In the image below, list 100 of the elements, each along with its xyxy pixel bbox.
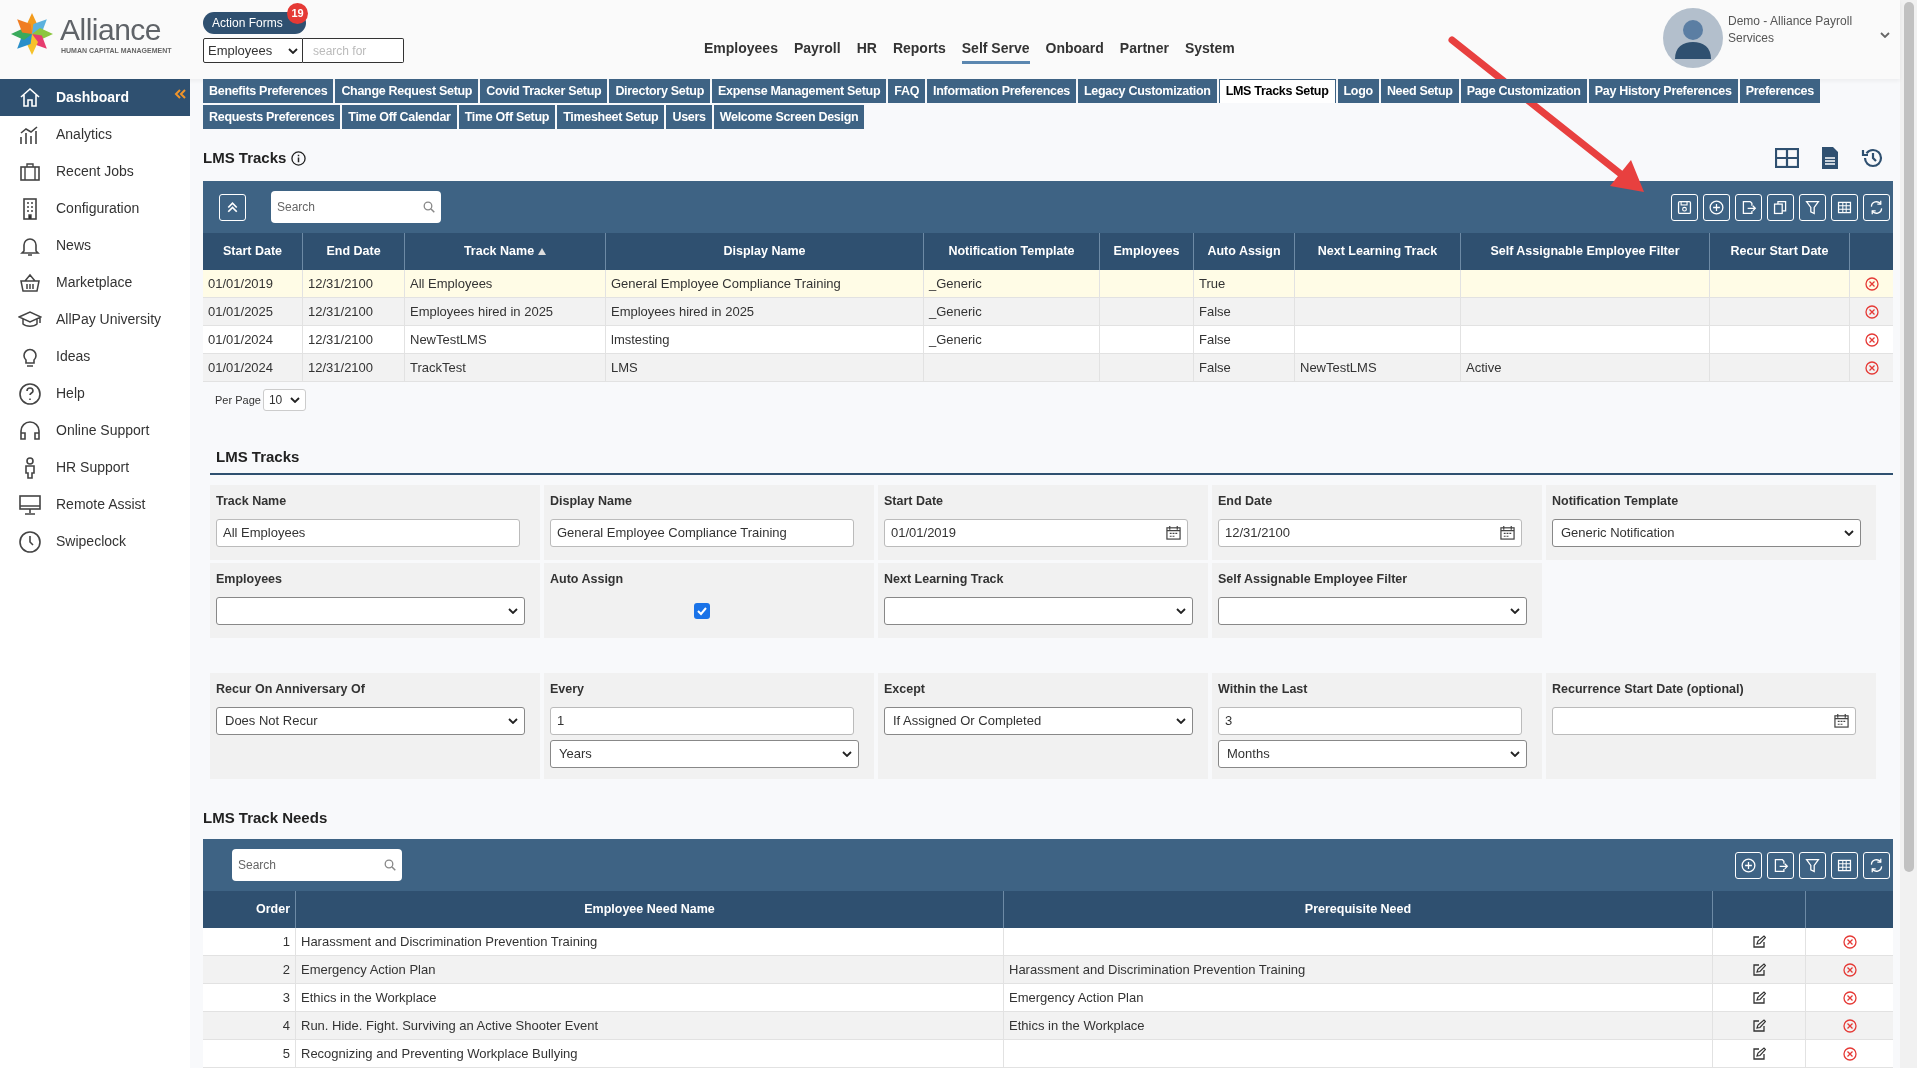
date-field[interactable]: 12/31/2100 xyxy=(1218,518,1522,547)
delete-icon[interactable] xyxy=(1842,1018,1857,1033)
columns-button[interactable] xyxy=(1831,851,1858,879)
tab[interactable]: FAQ xyxy=(888,79,926,103)
tab[interactable]: Expense Management Setup xyxy=(712,79,887,103)
tab[interactable]: Covid Tracker Setup xyxy=(480,79,608,103)
tab[interactable]: Time Off Calendar xyxy=(342,105,457,129)
tab[interactable]: Timesheet Setup xyxy=(557,105,665,129)
sidebar-item[interactable]: Ideas xyxy=(0,338,190,375)
dropdown[interactable] xyxy=(1218,596,1527,625)
add-button[interactable] xyxy=(1703,193,1730,221)
tab[interactable]: Welcome Screen Design xyxy=(713,105,865,129)
sidebar-item[interactable]: Analytics xyxy=(0,116,190,153)
tab[interactable]: LMS Tracks Setup xyxy=(1218,79,1336,103)
tab[interactable]: Directory Setup xyxy=(609,79,710,103)
per-page-dropdown[interactable]: 10 xyxy=(262,389,306,411)
sidebar-item[interactable]: Marketplace xyxy=(0,264,190,301)
tab[interactable]: Need Setup xyxy=(1380,79,1459,103)
delete-icon[interactable] xyxy=(1842,934,1857,949)
dropdown[interactable] xyxy=(216,596,525,625)
filter-button[interactable] xyxy=(1799,851,1826,879)
search-field[interactable]: Search xyxy=(271,191,441,223)
filter-button[interactable] xyxy=(1799,193,1826,221)
edit-icon[interactable] xyxy=(1752,990,1766,1005)
dropdown[interactable]: Years xyxy=(550,739,859,768)
nav-link[interactable]: Self Serve xyxy=(961,38,1030,64)
sidebar-item[interactable]: AllPay University xyxy=(0,301,190,338)
nav-link[interactable]: System xyxy=(1184,38,1235,64)
table-row[interactable]: 01/01/2024 12/31/2100 NewTestLMS lmstesting _Generic False xyxy=(203,326,1893,354)
delete-icon[interactable] xyxy=(1864,276,1879,291)
table-row[interactable]: 01/01/2025 12/31/2100 Employees hired in 2025 Employees hired in 2025 _Generic False xyxy=(203,298,1893,326)
tab[interactable]: Change Request Setup xyxy=(335,79,479,103)
search-field[interactable]: Search xyxy=(232,849,402,881)
sidebar-item[interactable]: Dashboard xyxy=(0,79,190,116)
date-field[interactable] xyxy=(1552,706,1856,735)
export-button[interactable] xyxy=(1735,193,1762,221)
history-icon[interactable] xyxy=(1861,146,1885,170)
tab[interactable]: Benefits Preferences xyxy=(203,79,334,103)
columns-button[interactable] xyxy=(1831,193,1858,221)
copy-button[interactable] xyxy=(1767,193,1794,221)
text-field[interactable]: 3 xyxy=(1218,706,1522,735)
delete-icon[interactable] xyxy=(1864,304,1879,319)
dropdown[interactable]: If Assigned Or Completed xyxy=(884,706,1193,735)
search-field[interactable]: search for xyxy=(303,38,404,63)
export-button[interactable] xyxy=(1767,851,1794,879)
sidebar-item[interactable]: HR Support xyxy=(0,449,190,486)
sidebar-item[interactable]: News xyxy=(0,227,190,264)
checkbox[interactable] xyxy=(694,602,710,619)
tab[interactable]: Information Preferences xyxy=(927,79,1076,103)
nav-link[interactable]: Partner xyxy=(1119,38,1169,64)
text-field[interactable]: All Employees xyxy=(216,518,520,547)
collapse-button[interactable] xyxy=(219,193,246,221)
tab[interactable]: Page Customization xyxy=(1460,79,1587,103)
scrollbar[interactable] xyxy=(1900,0,1917,1068)
text-field[interactable]: 1 xyxy=(550,706,854,735)
edit-icon[interactable] xyxy=(1752,1018,1766,1033)
refresh-button[interactable] xyxy=(1863,193,1890,221)
table-row[interactable]: 01/01/2019 12/31/2100 All Employees General Employee Compliance Training _Generic True xyxy=(203,270,1893,298)
delete-icon[interactable] xyxy=(1864,360,1879,375)
tab[interactable]: Time Off Setup xyxy=(458,105,556,129)
collapse-icon[interactable] xyxy=(174,89,186,99)
delete-icon[interactable] xyxy=(1842,990,1857,1005)
dropdown[interactable]: Months xyxy=(1218,739,1527,768)
tab[interactable]: Legacy Customization xyxy=(1078,79,1217,103)
field-label: Recur On Anniversary Of xyxy=(216,681,366,698)
delete-icon[interactable] xyxy=(1842,962,1857,977)
nav-link[interactable]: HR xyxy=(856,38,877,64)
nav-link[interactable]: Onboard xyxy=(1045,38,1104,64)
sidebar-item[interactable]: Remote Assist xyxy=(0,486,190,523)
date-field[interactable]: 01/01/2019 xyxy=(884,518,1188,547)
sidebar-item[interactable]: Online Support xyxy=(0,412,190,449)
category-dropdown[interactable]: Employees xyxy=(203,38,303,63)
tab[interactable]: Preferences xyxy=(1739,79,1820,103)
tab[interactable]: Pay History Preferences xyxy=(1588,79,1738,103)
text-field[interactable]: General Employee Compliance Training xyxy=(550,518,854,547)
refresh-button[interactable] xyxy=(1863,851,1890,879)
delete-icon[interactable] xyxy=(1864,332,1879,347)
edit-icon[interactable] xyxy=(1752,934,1766,949)
edit-icon[interactable] xyxy=(1752,962,1766,977)
nav-link[interactable]: Reports xyxy=(892,38,946,64)
sidebar-item[interactable]: Help xyxy=(0,375,190,412)
add-button[interactable] xyxy=(1735,851,1762,879)
chevron-down-icon xyxy=(1176,717,1186,724)
sidebar-item[interactable]: Swipeclock xyxy=(0,523,190,560)
delete-icon[interactable] xyxy=(1842,1046,1857,1061)
tab[interactable]: Requests Preferences xyxy=(203,105,341,129)
sidebar-item[interactable]: Configuration xyxy=(0,190,190,227)
document-icon[interactable] xyxy=(1821,146,1839,170)
dropdown[interactable] xyxy=(884,596,1193,625)
save-button[interactable] xyxy=(1671,193,1698,221)
edit-icon[interactable] xyxy=(1752,1046,1766,1061)
dropdown[interactable]: Does Not Recur xyxy=(216,706,525,735)
nav-link[interactable]: Employees xyxy=(704,38,778,64)
nav-link[interactable]: Payroll xyxy=(793,38,841,64)
grid-view-icon[interactable] xyxy=(1775,148,1799,168)
table-row[interactable]: 01/01/2024 12/31/2100 TrackTest LMS False NewTestLMS Active xyxy=(203,354,1893,382)
dropdown[interactable]: Generic Notification xyxy=(1552,518,1861,547)
sidebar-item[interactable]: Recent Jobs xyxy=(0,153,190,190)
tab[interactable]: Users xyxy=(666,105,712,129)
tab[interactable]: Logo xyxy=(1337,79,1379,103)
